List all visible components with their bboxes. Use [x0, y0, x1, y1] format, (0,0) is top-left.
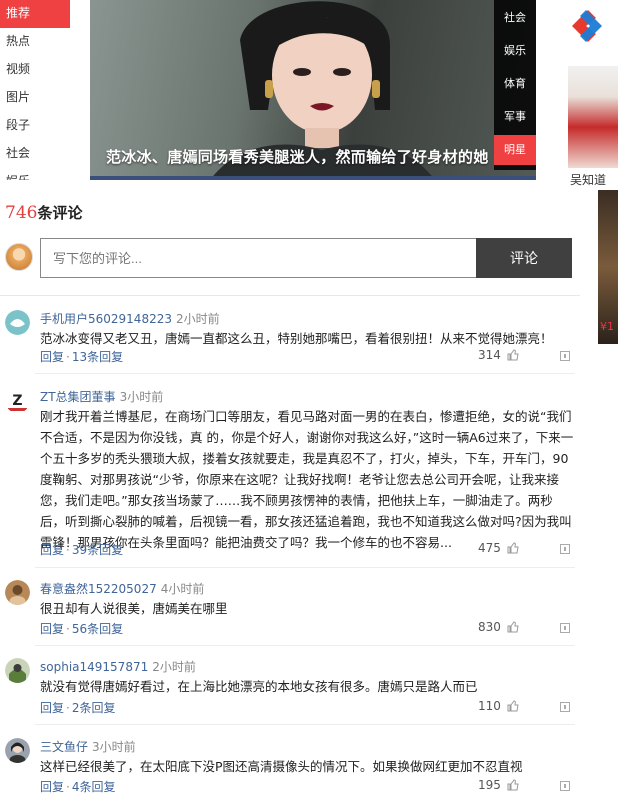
nav-item-society[interactable]: 社会	[0, 140, 70, 168]
nav-item-hot[interactable]: 热点	[0, 28, 70, 56]
hero-tab-celebrity[interactable]: 明星	[494, 135, 536, 165]
comment-text: 就没有觉得唐嫣好看过，在上海比她漂亮的本地女孩有很多。唐嫣只是路人而已	[40, 679, 478, 694]
current-user-avatar	[5, 243, 33, 271]
thumb-up-icon	[507, 542, 519, 554]
comment-meta: 三文鱼仔 3小时前	[40, 738, 136, 755]
hero-tab-sports[interactable]: 体育	[494, 69, 536, 99]
comment-time: 2小时前	[175, 312, 220, 326]
comment-time: 3小时前	[92, 740, 136, 754]
like-button[interactable]: 110	[478, 699, 519, 713]
user-avatar[interactable]: Z	[5, 388, 30, 413]
comment-time: 4小时前	[160, 582, 205, 596]
comment-time: 3小时前	[119, 390, 164, 404]
thumb-up-icon	[507, 700, 519, 712]
ad-image[interactable]	[568, 66, 618, 168]
comment-actions: 回复 · 39条回复	[40, 543, 124, 557]
replies-link[interactable]: 39条回复	[72, 543, 123, 557]
like-count: 830	[478, 620, 501, 634]
hero-progress-bar	[90, 176, 536, 180]
comment-actions: 回复 · 4条回复	[40, 780, 116, 794]
hero-tabs: 社会 娱乐 体育 军事 明星	[494, 0, 536, 170]
reply-link[interactable]: 回复	[40, 701, 64, 715]
username-link[interactable]: ZT总集团董事	[40, 390, 116, 404]
replies-link[interactable]: 13条回复	[72, 350, 123, 364]
like-button[interactable]: 830	[478, 620, 519, 634]
reply-link[interactable]: 回复	[40, 622, 64, 636]
like-count: 195	[478, 778, 501, 792]
comment-text: 很丑却有人说很美，唐嫣美在哪里	[40, 601, 228, 616]
divider	[35, 567, 575, 568]
comment-input[interactable]	[40, 238, 477, 278]
comment-count-label: 条评论	[37, 204, 83, 222]
report-icon[interactable]	[560, 702, 570, 712]
user-avatar[interactable]	[5, 580, 30, 605]
divider	[35, 373, 575, 374]
comment-meta: ZT总集团董事 3小时前	[40, 388, 163, 405]
replies-link[interactable]: 56条回复	[72, 622, 123, 636]
replies-link[interactable]: 4条回复	[72, 780, 116, 794]
hero-caption[interactable]: 范冰冰、唐嫣同场看秀美腿迷人，然而输给了好身材的她	[106, 146, 489, 167]
username-link[interactable]: 三文鱼仔	[40, 740, 88, 754]
submit-comment-button[interactable]: 评论	[476, 238, 572, 278]
comment-text: 刚才我开着兰博基尼，在商场门口等朋友，看见马路对面一男的在表白，惨遭拒绝，女的说…	[40, 409, 574, 550]
app-logo[interactable]	[556, 0, 618, 52]
user-avatar[interactable]	[5, 310, 30, 335]
comment-text: 范冰冰变得又老又丑，唐嫣一直都这么丑，特别她那嘴巴，看着很别扭！从来不觉得她漂亮…	[40, 331, 553, 346]
replies-link[interactable]: 2条回复	[72, 701, 116, 715]
ad-price: ¥1	[600, 320, 614, 333]
nav-item-video[interactable]: 视频	[0, 56, 70, 84]
like-button[interactable]: 475	[478, 541, 519, 555]
comment-count: 746条评论	[5, 202, 82, 223]
username-link[interactable]: 手机用户56029148223	[40, 312, 172, 326]
like-count: 314	[478, 348, 501, 362]
report-icon[interactable]	[560, 544, 570, 554]
comment-actions: 回复 · 13条回复	[40, 350, 124, 364]
user-avatar[interactable]	[5, 738, 30, 763]
reply-link[interactable]: 回复	[40, 543, 64, 557]
thumb-up-icon	[507, 349, 519, 361]
report-icon[interactable]	[560, 623, 570, 633]
ad-text[interactable]: 吴知道	[570, 171, 606, 188]
comment-meta: sophia149157871 2小时前	[40, 658, 196, 675]
like-count: 110	[478, 699, 501, 713]
reply-link[interactable]: 回复	[40, 350, 64, 364]
comment-composer: 评论	[5, 238, 572, 278]
divider	[35, 645, 575, 646]
hero-tab-society[interactable]: 社会	[494, 3, 536, 33]
like-button[interactable]: 195	[478, 778, 519, 792]
ad-image-secondary[interactable]: ¥1	[598, 190, 618, 344]
comment-text: 这样已经很美了，在太阳底下没P图还高清摄像头的情况下。如果换做网红更加不忍直视	[40, 759, 523, 774]
comment-actions: 回复 · 2条回复	[40, 701, 116, 715]
comment-meta: 手机用户56029148223 2小时前	[40, 310, 220, 327]
logo-icon	[572, 10, 602, 42]
like-button[interactable]: 314	[478, 348, 519, 362]
channel-nav: 推荐 热点 视频 图片 段子 社会 娱乐	[0, 0, 90, 180]
divider	[0, 295, 580, 296]
svg-text:Z: Z	[12, 393, 22, 409]
like-count: 475	[478, 541, 501, 555]
reply-link[interactable]: 回复	[40, 780, 64, 794]
username-link[interactable]: 春意盎然152205027	[40, 582, 157, 596]
hero-tab-entertainment[interactable]: 娱乐	[494, 36, 536, 66]
comment-meta: 春意盎然152205027 4小时前	[40, 580, 204, 597]
thumb-up-icon	[507, 621, 519, 633]
comment-time: 2小时前	[152, 660, 196, 674]
nav-item-jokes[interactable]: 段子	[0, 112, 70, 140]
username-link[interactable]: sophia149157871	[40, 660, 148, 674]
comment-count-number: 746	[5, 203, 38, 223]
thumb-up-icon	[507, 779, 519, 791]
divider	[35, 724, 575, 725]
nav-item-images[interactable]: 图片	[0, 84, 70, 112]
report-icon[interactable]	[560, 781, 570, 791]
comment-actions: 回复 · 56条回复	[40, 622, 124, 636]
nav-item-recommend[interactable]: 推荐	[0, 0, 70, 28]
user-avatar[interactable]	[5, 658, 30, 683]
nav-item-entertainment[interactable]: 娱乐	[0, 168, 70, 180]
hero-carousel[interactable]: 范冰冰、唐嫣同场看秀美腿迷人，然而输给了好身材的她 社会 娱乐 体育 军事 明星	[90, 0, 536, 180]
hero-tab-military[interactable]: 军事	[494, 102, 536, 132]
report-icon[interactable]	[560, 351, 570, 361]
